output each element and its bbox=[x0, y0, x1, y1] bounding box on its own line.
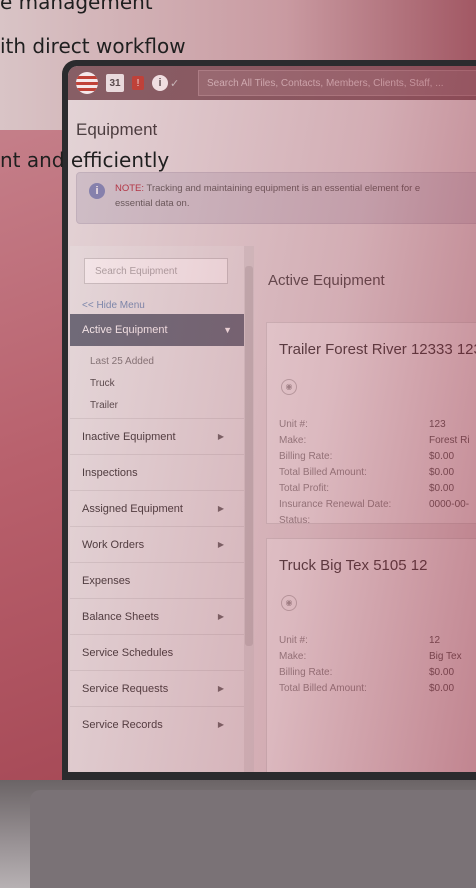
sidebar-subitem-last-25[interactable]: Last 25 Added bbox=[90, 356, 154, 367]
sidebar-item-service-schedules[interactable]: Service Schedules bbox=[70, 634, 244, 670]
field-value: 123 bbox=[429, 419, 446, 430]
sidebar-item-work-orders[interactable]: Work Orders ▶ bbox=[70, 526, 244, 562]
eye-icon[interactable]: ◉ bbox=[281, 379, 297, 395]
info-icon[interactable]: i bbox=[152, 75, 168, 91]
sidebar-item-expenses[interactable]: Expenses bbox=[70, 562, 244, 598]
hide-menu-link[interactable]: << Hide Menu bbox=[82, 300, 145, 311]
sidebar: Search Equipment << Hide Menu Active Equ… bbox=[70, 246, 245, 772]
sidebar-item-label: Balance Sheets bbox=[82, 611, 160, 623]
sidebar-item-inactive-equipment[interactable]: Inactive Equipment ▶ bbox=[70, 418, 244, 454]
caret-down-icon: ▼ bbox=[223, 325, 232, 335]
sidebar-item-label: Service Schedules bbox=[82, 647, 174, 659]
sidebar-item-label: Inactive Equipment bbox=[82, 431, 176, 443]
note-label: NOTE: bbox=[115, 183, 145, 194]
caret-right-icon: ▶ bbox=[217, 612, 224, 621]
caret-right-icon: ▶ bbox=[217, 540, 224, 549]
sidebar-item-label: Work Orders bbox=[82, 539, 145, 551]
sidebar-item-label: Expenses bbox=[82, 575, 131, 587]
note-line-2: essential data on. bbox=[115, 198, 190, 209]
flag-icon[interactable] bbox=[76, 72, 98, 94]
info-circle-icon: i bbox=[89, 183, 105, 199]
field-value: 0000-00- bbox=[429, 499, 470, 510]
sidebar-subitem-trailer[interactable]: Trailer bbox=[90, 400, 118, 411]
section-title: Active Equipment bbox=[268, 272, 385, 289]
field-label: Billing Rate: bbox=[279, 451, 333, 462]
check-icon: ✓ bbox=[170, 77, 180, 90]
marketing-line-1: e management bbox=[0, 0, 153, 14]
field-label: Unit #: bbox=[279, 635, 308, 646]
equipment-search-input[interactable]: Search Equipment bbox=[84, 258, 228, 284]
sidebar-subitem-truck[interactable]: Truck bbox=[90, 378, 115, 389]
field-label: Total Billed Amount: bbox=[279, 683, 367, 694]
keyboard-deck bbox=[0, 780, 476, 888]
field-label: Total Billed Amount: bbox=[279, 467, 367, 478]
field-value: $0.00 bbox=[429, 451, 455, 462]
field-label: Make: bbox=[279, 651, 307, 662]
field-label: Unit #: bbox=[279, 419, 308, 430]
caret-right-icon: ▶ bbox=[217, 432, 224, 441]
field-value: $0.00 bbox=[429, 467, 455, 478]
card-title[interactable]: Trailer Forest River 12333 123 bbox=[279, 341, 476, 358]
main-content: Active Equipment Trailer Forest River 12… bbox=[254, 246, 476, 772]
note-text: NOTE: Tracking and maintaining equipment… bbox=[115, 181, 420, 211]
sidebar-item-label: Assigned Equipment bbox=[82, 503, 183, 515]
field-value: Big Tex bbox=[429, 651, 462, 662]
field-label: Status: bbox=[279, 515, 311, 526]
sidebar-item-active-equipment[interactable]: Active Equipment ▼ bbox=[70, 314, 244, 346]
alert-icon[interactable]: ! bbox=[132, 76, 144, 90]
sidebar-scrollbar[interactable] bbox=[244, 246, 254, 772]
field-value: $0.00 bbox=[429, 483, 455, 494]
sidebar-item-inspections[interactable]: Inspections bbox=[70, 454, 244, 490]
calendar-icon[interactable]: 31 bbox=[106, 74, 124, 92]
global-search-input[interactable]: Search All Tiles, Contacts, Members, Cli… bbox=[198, 70, 476, 96]
field-value: $0.00 bbox=[429, 683, 455, 694]
caret-right-icon: ▶ bbox=[217, 684, 224, 693]
caret-right-icon: ▶ bbox=[217, 720, 224, 729]
field-label: Billing Rate: bbox=[279, 667, 333, 678]
sidebar-item-label: Inspections bbox=[82, 467, 138, 479]
caret-right-icon: ▶ bbox=[217, 504, 224, 513]
note-banner: i NOTE: Tracking and maintaining equipme… bbox=[76, 172, 476, 224]
top-bar: 31 ! i ✓ Search All Tiles, Contacts, Mem… bbox=[68, 66, 476, 100]
sidebar-item-balance-sheets[interactable]: Balance Sheets ▶ bbox=[70, 598, 244, 634]
equipment-card[interactable]: Truck Big Tex 5105 12 ◉ Unit #: 12 Make:… bbox=[266, 538, 476, 772]
field-label: Make: bbox=[279, 435, 307, 446]
marketing-line-2: ith direct workflow bbox=[0, 34, 186, 58]
sidebar-item-label: Service Requests bbox=[82, 683, 169, 695]
page-title: Equipment bbox=[76, 120, 158, 139]
eye-icon[interactable]: ◉ bbox=[281, 595, 297, 611]
card-title[interactable]: Truck Big Tex 5105 12 bbox=[279, 557, 427, 574]
sidebar-item-label: Active Equipment bbox=[82, 324, 168, 336]
field-label: Insurance Renewal Date: bbox=[279, 499, 392, 510]
field-label: Total Profit: bbox=[279, 483, 330, 494]
scrollbar-thumb[interactable] bbox=[245, 266, 253, 646]
field-value: 12 bbox=[429, 635, 441, 646]
field-value: Forest Ri bbox=[429, 435, 470, 446]
field-value: $0.00 bbox=[429, 667, 455, 678]
note-line-1: Tracking and maintaining equipment is an… bbox=[144, 183, 421, 194]
sidebar-item-service-records[interactable]: Service Records ▶ bbox=[70, 706, 244, 742]
sidebar-item-service-requests[interactable]: Service Requests ▶ bbox=[70, 670, 244, 706]
sidebar-item-label: Service Records bbox=[82, 719, 163, 731]
keyboard-surface bbox=[30, 790, 476, 888]
equipment-card[interactable]: Trailer Forest River 12333 123 ◉ Unit #:… bbox=[266, 322, 476, 526]
marketing-line-3: nt and efficiently bbox=[0, 148, 170, 172]
sidebar-item-assigned-equipment[interactable]: Assigned Equipment ▶ bbox=[70, 490, 244, 526]
